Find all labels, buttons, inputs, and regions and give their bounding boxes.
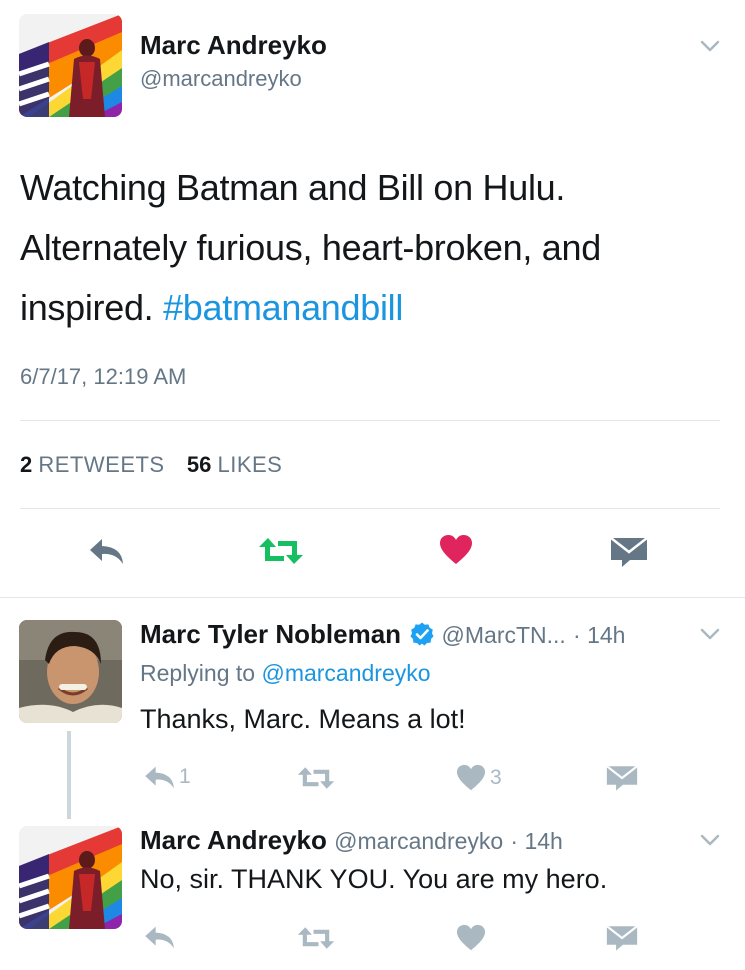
likes-label[interactable]: LIKES	[217, 452, 282, 477]
tweet-text: Watching Batman and Bill on Hulu. Altern…	[20, 158, 720, 338]
reply2-reply-button[interactable]	[143, 924, 177, 950]
retweets-count[interactable]: 2	[20, 452, 32, 477]
reply2-retweet-button[interactable]	[297, 926, 335, 950]
reply1-header: Marc Tyler Nobleman @MarcTN... · 14h	[140, 619, 625, 650]
author-name[interactable]: Marc Andreyko	[140, 30, 327, 61]
hashtag-link[interactable]: #batmanandbill	[163, 287, 403, 328]
reply1-dm-button[interactable]	[606, 764, 638, 792]
chevron-down-icon[interactable]	[700, 834, 720, 846]
reply1-author-name[interactable]: Marc Tyler Nobleman	[140, 619, 401, 649]
direct-message-icon	[606, 765, 638, 791]
reply2-like-button[interactable]	[456, 924, 486, 952]
reply-button[interactable]	[88, 536, 126, 566]
author-handle[interactable]: @marcandreyko	[140, 66, 302, 92]
avatar-marc-andreyko[interactable]	[19, 14, 122, 117]
retweet-icon	[297, 927, 335, 949]
heart-icon	[457, 764, 485, 791]
direct-message-icon	[610, 537, 648, 567]
reply1-replying-to: Replying to @marcandreyko	[140, 660, 431, 687]
reply1-like-button[interactable]: 3	[456, 764, 502, 792]
replying-to-link[interactable]: @marcandreyko	[261, 660, 430, 686]
reply2-author-name[interactable]: Marc Andreyko	[140, 825, 327, 855]
like-button[interactable]	[439, 534, 473, 566]
reply2-header: Marc Andreyko @marcandreyko · 14h	[140, 825, 563, 856]
heart-icon	[440, 535, 472, 564]
reply1-text: Thanks, Marc. Means a lot!	[140, 704, 466, 734]
reply2-time[interactable]: · 14h	[510, 828, 562, 854]
tweet-timestamp[interactable]: 6/7/17, 12:19 AM	[20, 364, 186, 390]
reply1-retweet-button[interactable]	[297, 766, 335, 790]
chevron-down-icon[interactable]	[700, 628, 720, 640]
direct-message-icon	[606, 925, 638, 951]
section-divider	[0, 597, 745, 598]
retweet-button[interactable]	[258, 537, 304, 565]
divider	[20, 420, 720, 421]
reply1-time[interactable]: · 14h	[573, 622, 625, 648]
likes-count[interactable]: 56	[187, 452, 211, 477]
reply-icon	[90, 539, 123, 564]
avatar-marc-andreyko[interactable]	[19, 826, 122, 929]
divider	[20, 508, 720, 509]
verified-badge-icon	[410, 622, 434, 646]
retweet-icon	[297, 767, 335, 789]
thread-connector-line	[67, 731, 71, 819]
reply1-reply-count: 1	[179, 765, 191, 788]
chevron-down-icon[interactable]	[700, 40, 720, 52]
reply1-like-count: 3	[490, 766, 502, 789]
direct-message-button[interactable]	[610, 536, 648, 568]
reply1-author-handle[interactable]: @MarcTN...	[442, 622, 566, 648]
engagement-stats: 2 RETWEETS 56 LIKES	[20, 452, 282, 478]
reply2-dm-button[interactable]	[606, 924, 638, 952]
reply1-reply-button[interactable]: 1	[143, 764, 191, 790]
reply2-text: No, sir. THANK YOU. You are my hero.	[140, 864, 608, 894]
retweet-icon	[259, 538, 303, 564]
replying-to-label: Replying to	[140, 660, 256, 686]
reply-icon	[145, 926, 174, 949]
heart-icon	[457, 924, 485, 951]
retweets-label[interactable]: RETWEETS	[38, 452, 164, 477]
reply2-author-handle[interactable]: @marcandreyko	[334, 828, 503, 854]
reply-icon	[145, 766, 174, 789]
avatar-marc-tyler-nobleman[interactable]	[19, 620, 122, 723]
